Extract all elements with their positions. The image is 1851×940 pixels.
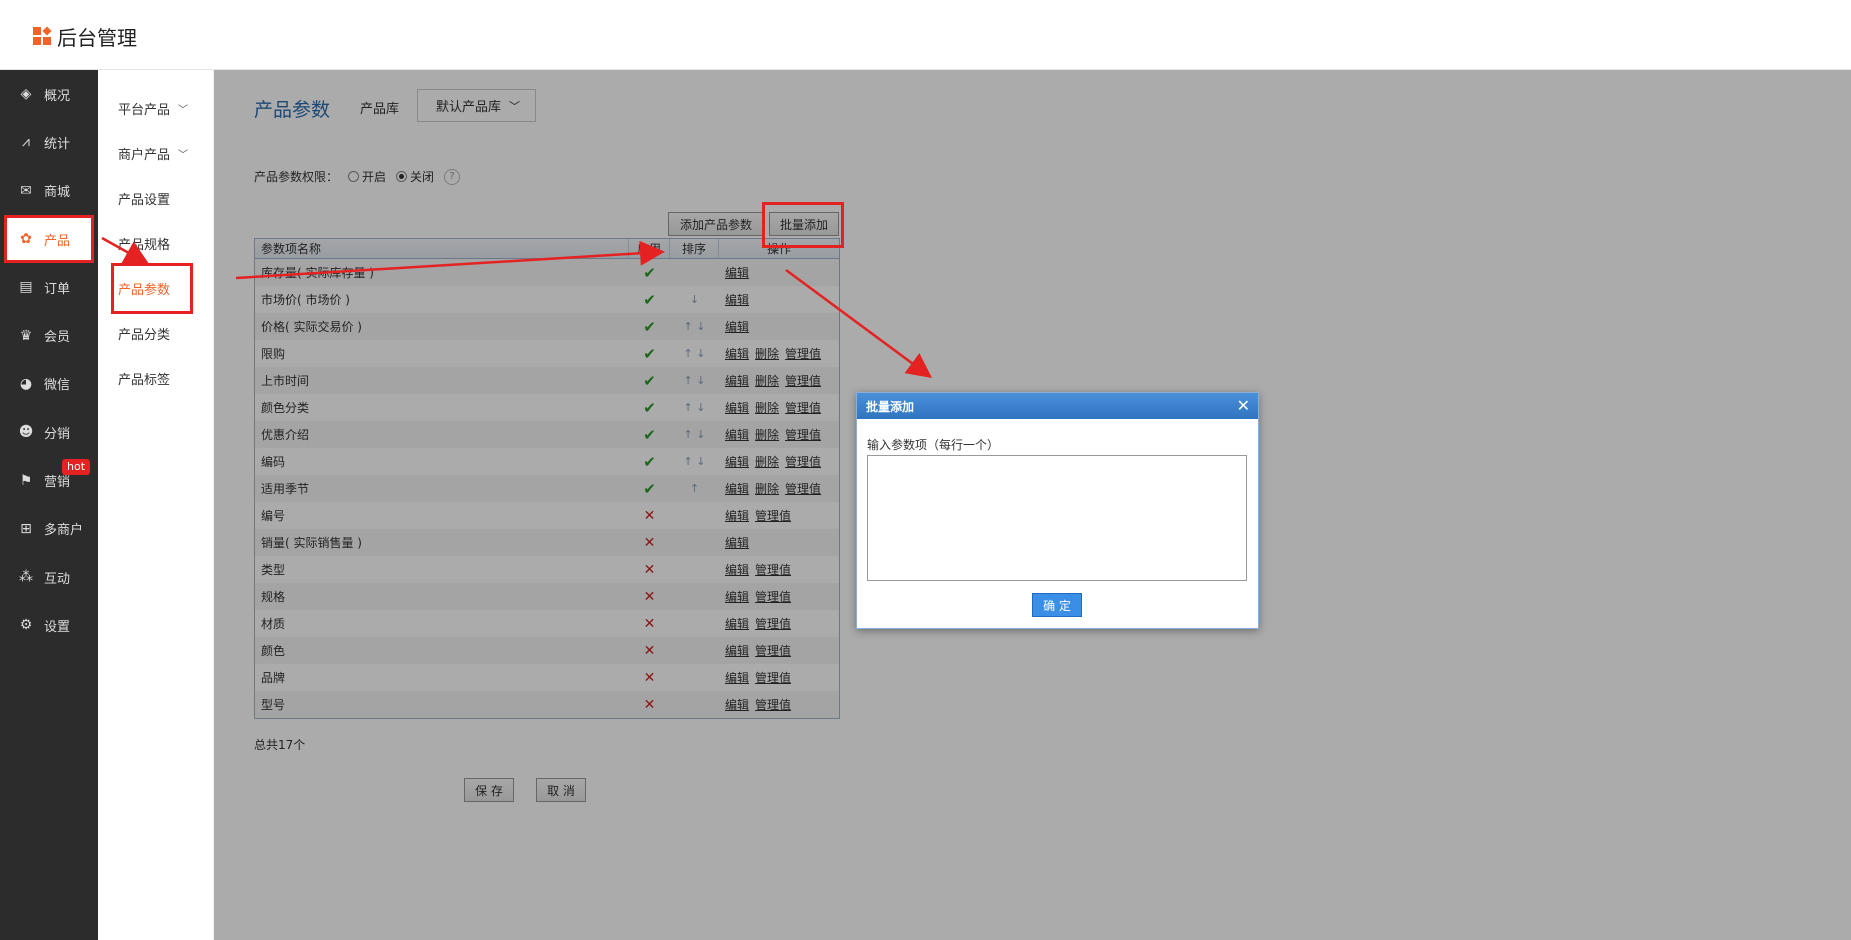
hot-badge: hot [62,459,91,476]
store-icon: ⊞ [20,520,32,537]
gear-icon: ⚙ [19,617,33,634]
sidebar-item-0[interactable]: ◈ 概况 [0,70,98,118]
sidebar-item-10[interactable]: ⁂ 互动 [0,553,98,601]
submenu-item-6[interactable]: 产品标签 [98,356,213,401]
batch-add-dialog: 批量添加 ✕ 输入参数项（每行一个） 确 定 [856,392,1259,629]
sidebar-item-7[interactable]: ☻ 分销 [0,408,98,456]
sidebar-item-9[interactable]: ⊞ 多商户 [0,505,98,553]
grid-icon: ✿ [20,231,32,248]
submenu-item-4[interactable]: 产品参数 [111,263,193,314]
annotation-box-batch [762,202,844,248]
sidebar-item-label: 多商户 [44,523,84,539]
sidebar-item-label: 设置 [44,619,71,635]
sidebar-item-label: 分销 [44,426,71,442]
chevron-down-icon: ﹀ [178,150,189,161]
submenu-item-label: 产品分类 [118,328,171,343]
sidebar-item-8[interactable]: ⚑ 营销 hot [0,456,98,504]
layers-icon: ◈ [20,86,32,103]
close-icon[interactable]: ✕ [1237,396,1250,415]
logo: 后台管理 [33,22,137,51]
crown-icon: ♛ [19,327,33,344]
dialog-title: 批量添加 [866,399,915,414]
sidebar-item-label: 概况 [44,88,71,104]
main-sidebar: ◈ 概况 ⩘ 统计 ✉ 商城 ✿ 产品 ▤ 订单 ♛ 会员 ◕ 微信 ☻ 分销 ⚑ 营销 hot ⊞ 多商户 ⁂ 互动 ⚙ 设置 [0,70,98,940]
top-header: 后台管理 [0,0,1851,70]
sidebar-item-label: 订单 [44,281,71,297]
sidebar-item-11[interactable]: ⚙ 设置 [0,601,98,649]
sidebar-item-4[interactable]: ▤ 订单 [0,263,98,311]
flag-icon: ⚑ [19,472,33,489]
submenu-item-2[interactable]: 产品设置 [98,176,213,221]
wechat-icon: ◕ [19,375,33,392]
submenu-item-5[interactable]: 产品分类 [98,311,213,356]
submenu-item-label: 产品参数 [118,283,171,298]
confirm-button[interactable]: 确 定 [1032,593,1082,617]
sidebar-item-2[interactable]: ✉ 商城 [0,167,98,215]
sidebar-item-label: 互动 [44,571,71,587]
submenu-item-label: 产品设置 [118,193,171,208]
param-items-textarea[interactable] [867,455,1247,581]
sidebar-item-6[interactable]: ◕ 微信 [0,360,98,408]
sidebar-item-1[interactable]: ⩘ 统计 [0,118,98,166]
sidebar-item-label: 统计 [44,136,71,152]
people-icon: ⁂ [19,569,33,586]
sidebar-item-label: 商城 [44,185,71,201]
submenu-item-label: 平台产品 [118,103,171,118]
submenu-item-label: 产品标签 [118,373,171,388]
sidebar-item-label: 产品 [44,233,71,249]
clipboard-icon: ▤ [19,279,33,296]
submenu-item-3[interactable]: 产品规格 [98,221,213,266]
sidebar-item-5[interactable]: ♛ 会员 [0,311,98,359]
mail-icon: ✉ [20,182,32,199]
user-icon: ☻ [18,424,34,441]
chevron-down-icon: ﹀ [178,105,189,116]
submenu-item-1[interactable]: 商户产品 ﹀ [98,131,213,176]
sidebar-item-3[interactable]: ✿ 产品 [4,214,94,264]
app-title: 后台管理 [57,26,137,50]
logo-icon [33,25,53,47]
dialog-header: 批量添加 ✕ [857,393,1258,419]
sidebar-item-label: 微信 [44,378,71,394]
product-submenu: 平台产品 ﹀ 商户产品 ﹀ 产品设置产品规格产品参数产品分类产品标签 [98,70,214,940]
submenu-item-label: 产品规格 [118,238,171,253]
dialog-label: 输入参数项（每行一个） [867,438,1000,452]
sidebar-item-label: 会员 [44,330,71,346]
chart-icon: ⩘ [22,134,30,151]
submenu-item-label: 商户产品 [118,148,171,163]
submenu-item-0[interactable]: 平台产品 ﹀ [98,86,213,131]
